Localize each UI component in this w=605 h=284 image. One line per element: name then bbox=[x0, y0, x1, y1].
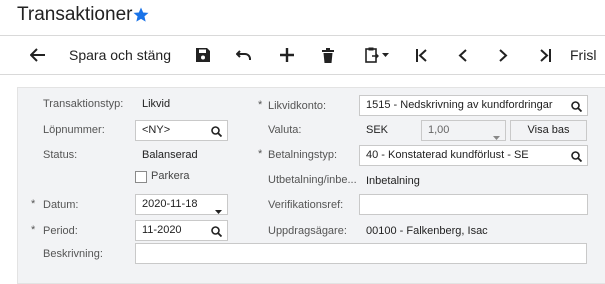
clipboard-menu-button[interactable] bbox=[358, 36, 396, 74]
period-field[interactable]: 11-2020 bbox=[135, 220, 228, 241]
verifikationsref-field[interactable] bbox=[359, 194, 588, 215]
exchange-rate-field[interactable]: 1,00 bbox=[421, 120, 506, 141]
save-icon bbox=[196, 48, 210, 62]
betalningstyp-field[interactable]: 40 - Konstaterad kundförlust - SE bbox=[359, 145, 588, 166]
utbetalning-value: Inbetalning bbox=[366, 175, 420, 187]
utbetalning-label: Utbetalning/inbe... bbox=[268, 174, 357, 186]
caret-down-icon[interactable] bbox=[215, 202, 222, 214]
star-icon[interactable] bbox=[132, 6, 150, 24]
required-marker: * bbox=[258, 99, 263, 111]
lopnummer-field[interactable]: <NY> bbox=[135, 120, 228, 141]
betalningstyp-label: Betalningstyp: bbox=[268, 149, 338, 161]
overflow-menu-label: Frisl bbox=[570, 47, 597, 63]
caret-down-icon bbox=[382, 53, 389, 57]
valuta-currency: SEK bbox=[366, 124, 389, 136]
back-arrow-icon bbox=[30, 48, 46, 62]
caret-down-icon[interactable] bbox=[493, 128, 500, 140]
required-marker: * bbox=[31, 224, 36, 236]
last-page-icon bbox=[539, 48, 551, 62]
required-marker: * bbox=[258, 148, 263, 160]
save-and-close-button[interactable]: Spara och stäng bbox=[62, 36, 178, 74]
back-button[interactable] bbox=[22, 36, 54, 74]
search-icon[interactable] bbox=[571, 100, 583, 115]
status-value: Balanserad bbox=[142, 149, 198, 161]
last-record-button[interactable] bbox=[530, 36, 560, 74]
undo-button[interactable] bbox=[228, 36, 260, 74]
plus-icon bbox=[280, 48, 294, 62]
page-title: Transaktioner bbox=[17, 4, 133, 25]
first-page-icon bbox=[416, 48, 428, 62]
status-label: Status: bbox=[43, 149, 78, 161]
exchange-rate-value: 1,00 bbox=[428, 124, 450, 136]
parkera-label: Parkera bbox=[151, 170, 190, 182]
beskrivning-field[interactable] bbox=[135, 243, 587, 264]
chevron-right-icon bbox=[498, 48, 508, 62]
clipboard-icon bbox=[365, 47, 379, 63]
search-icon[interactable] bbox=[571, 150, 583, 165]
trash-icon bbox=[322, 47, 334, 63]
datum-label: Datum: bbox=[43, 199, 79, 211]
likvidkonto-value: 1515 - Nedskrivning av kundfordringar bbox=[366, 99, 553, 111]
search-icon[interactable] bbox=[211, 125, 223, 140]
datum-field[interactable]: 2020-11-18 bbox=[135, 194, 228, 215]
title-bar: Transaktioner bbox=[0, 0, 605, 34]
likvidkonto-label: Likvidkonto: bbox=[268, 100, 327, 112]
beskrivning-label: Beskrivning: bbox=[43, 248, 103, 260]
toolbar: Spara och stäng Frisl bbox=[0, 35, 605, 75]
overflow-menu-button[interactable]: Frisl bbox=[570, 36, 605, 74]
transaction-form: Transaktionstyp: Likvid Löpnummer: <NY> … bbox=[17, 87, 605, 284]
save-and-close-label: Spara och stäng bbox=[69, 47, 171, 63]
period-value: 11-2020 bbox=[142, 224, 182, 236]
save-button[interactable] bbox=[188, 36, 218, 74]
uppdragsagare-value: 00100 - Falkenberg, Isac bbox=[366, 225, 488, 237]
verifikationsref-label: Verifikationsref: bbox=[268, 199, 344, 211]
visa-bas-label: Visa bas bbox=[527, 124, 570, 136]
uppdragsagare-label: Uppdragsägare: bbox=[268, 225, 347, 237]
required-marker: * bbox=[31, 198, 36, 210]
visa-bas-button[interactable]: Visa bas bbox=[510, 120, 587, 141]
parkera-checkbox[interactable] bbox=[135, 171, 147, 183]
next-record-button[interactable] bbox=[488, 36, 518, 74]
chevron-left-icon bbox=[458, 48, 467, 62]
lopnummer-value: <NY> bbox=[142, 124, 171, 136]
transaktionstyp-label: Transaktionstyp: bbox=[43, 98, 124, 110]
transaktionstyp-value: Likvid bbox=[142, 98, 171, 110]
valuta-label: Valuta: bbox=[268, 124, 302, 136]
lopnummer-label: Löpnummer: bbox=[43, 124, 105, 136]
undo-icon bbox=[236, 48, 252, 62]
period-label: Period: bbox=[43, 225, 78, 237]
add-button[interactable] bbox=[272, 36, 302, 74]
search-icon[interactable] bbox=[211, 225, 223, 240]
previous-record-button[interactable] bbox=[447, 36, 477, 74]
likvidkonto-field[interactable]: 1515 - Nedskrivning av kundfordringar bbox=[359, 95, 588, 116]
datum-value: 2020-11-18 bbox=[142, 198, 198, 210]
betalningstyp-value: 40 - Konstaterad kundförlust - SE bbox=[366, 149, 529, 161]
first-record-button[interactable] bbox=[407, 36, 437, 74]
delete-button[interactable] bbox=[313, 36, 343, 74]
